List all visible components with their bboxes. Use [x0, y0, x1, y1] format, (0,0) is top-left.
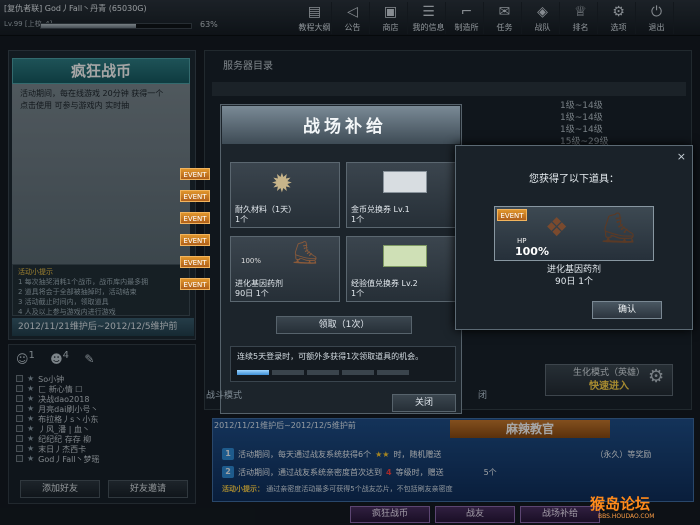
progress-segment: [237, 370, 269, 375]
supply-item-durability[interactable]: ✹ 耐久材料（1天） 1个: [230, 162, 340, 228]
item-qty: 90日 1个: [235, 289, 269, 298]
supply-item-exp-voucher[interactable]: 经验值兑换券 Lv.2 1个: [346, 236, 456, 302]
item-qty: 1个: [235, 215, 249, 224]
reward-item-info: 进化基因药剂 90日 1个: [455, 264, 693, 288]
item-qty: 1个: [351, 289, 365, 298]
login-bonus: 连续5天登录时，可额外多获得1次领取道具的机会。: [230, 346, 456, 382]
progress-segment: [307, 370, 339, 375]
watermark-url: BBS.HOUDAO.COM: [598, 513, 655, 520]
item-name: 经验值兑换券 Lv.2: [351, 279, 418, 288]
event-tab[interactable]: EVENT: [180, 234, 210, 246]
item-name: 进化基因药剂: [235, 279, 283, 288]
battle-supply-title: 战场补给: [303, 117, 387, 137]
event-tab[interactable]: EVENT: [180, 212, 210, 224]
event-tab[interactable]: EVENT: [180, 256, 210, 268]
item-qty: 1个: [351, 215, 365, 224]
hp-label: HP: [517, 237, 527, 245]
reward-item-card[interactable]: EVENT HP 100% ❖ ⛸: [494, 206, 654, 261]
voucher-icon: [383, 171, 427, 193]
watermark: 猴岛论坛: [590, 495, 651, 513]
close-button[interactable]: 关闭: [392, 394, 456, 412]
boot-icon: ⛸: [291, 241, 319, 266]
reward-dialog-title: 您获得了以下道具：: [529, 174, 619, 185]
close-icon[interactable]: ×: [677, 150, 686, 163]
item-hp: 100%: [241, 257, 262, 265]
event-tab[interactable]: EVENT: [180, 278, 210, 290]
potion-icon: ❖: [545, 213, 569, 243]
event-tag: EVENT: [497, 209, 527, 221]
reward-item-qty: 90日 1个: [554, 277, 594, 287]
supply-item-gene-potion[interactable]: 100% ⛸ 进化基因药剂 90日 1个: [230, 236, 340, 302]
item-name: 金币兑换券 Lv.1: [351, 205, 410, 214]
claim-button[interactable]: 领取（1次）: [276, 316, 412, 334]
progress-segment: [342, 370, 374, 375]
login-progress: [237, 370, 449, 375]
close-ghost: 闭: [478, 391, 488, 401]
progress-segment: [377, 370, 409, 375]
battle-mode-ghost: 战斗模式: [206, 391, 243, 401]
event-tab[interactable]: EVENT: [180, 168, 210, 180]
boot-icon: ⛸: [599, 211, 638, 246]
event-tab[interactable]: EVENT: [180, 190, 210, 202]
hp-value: 100%: [515, 245, 549, 258]
reward-item-name: 进化基因药剂: [546, 265, 601, 275]
item-name: 耐久材料（1天）: [235, 205, 297, 214]
voucher-icon: [383, 245, 427, 267]
gear-material-icon: ✹: [271, 169, 293, 199]
confirm-button[interactable]: 确认: [592, 301, 662, 319]
progress-segment: [272, 370, 304, 375]
supply-item-gold-voucher[interactable]: 金币兑换券 Lv.1 1个: [346, 162, 456, 228]
login-bonus-text: 连续5天登录时，可额外多获得1次领取道具的机会。: [237, 352, 424, 361]
